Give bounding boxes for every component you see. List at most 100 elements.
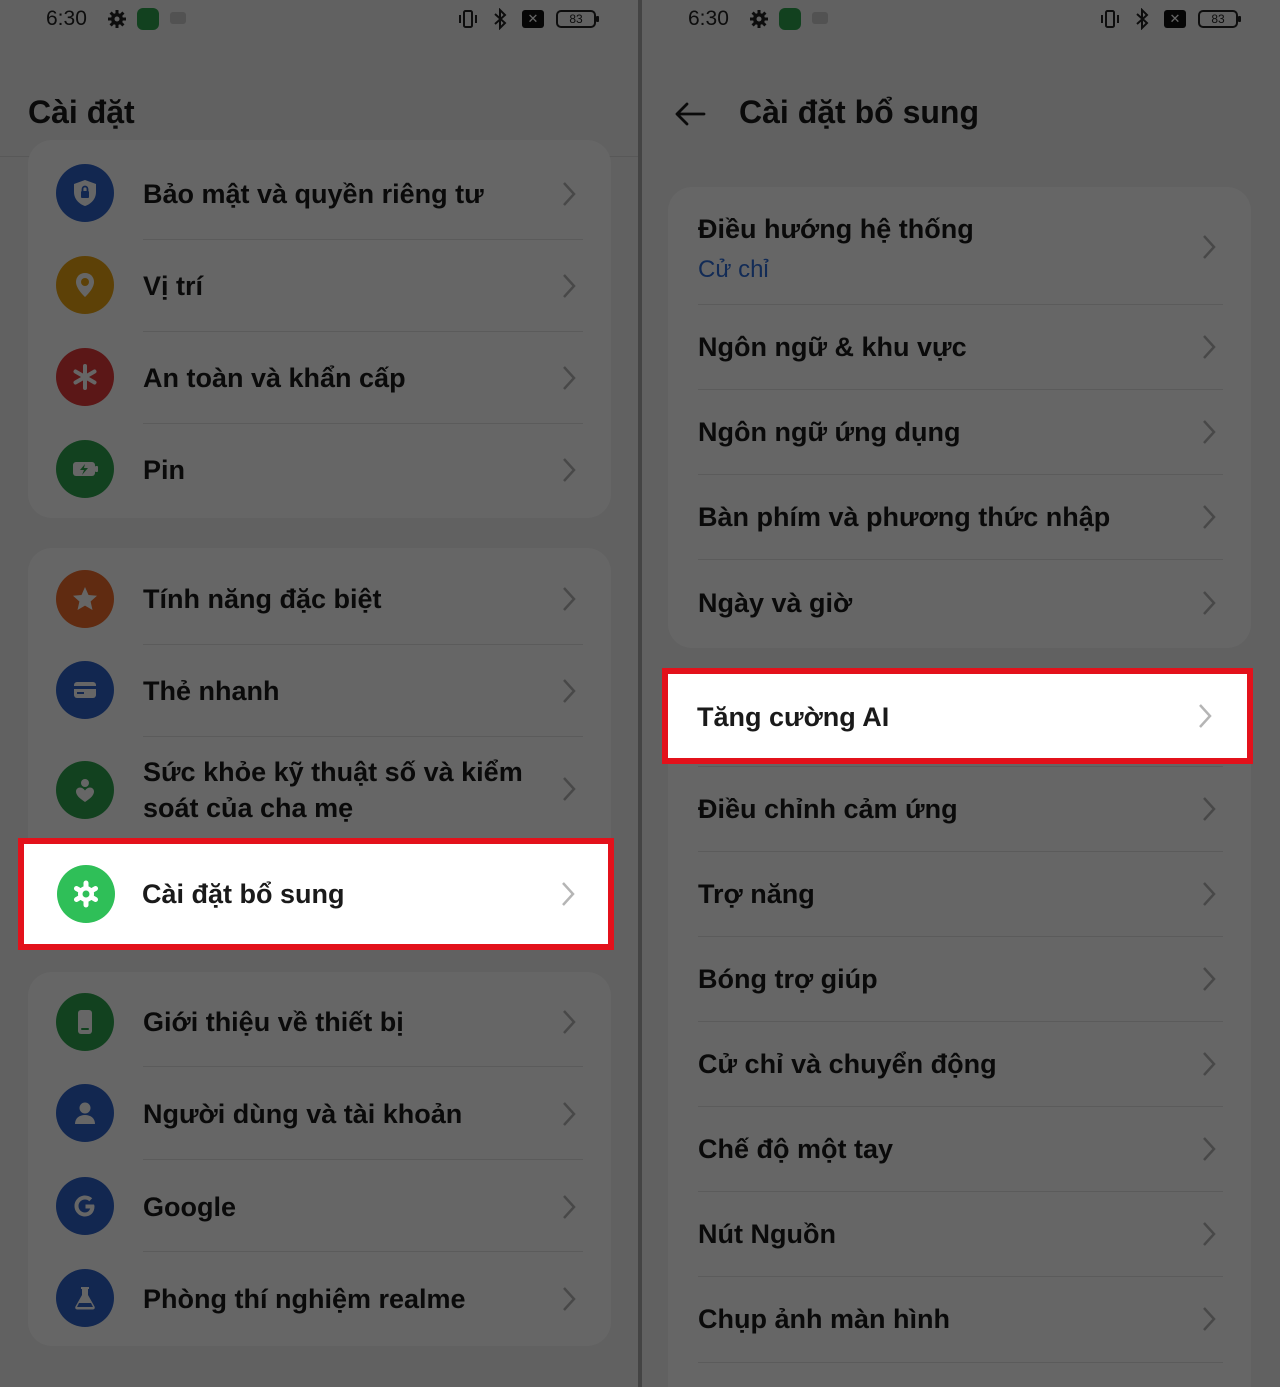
settings-item-location[interactable]: Vị trí xyxy=(28,240,611,332)
settings-item-ai-enhancement[interactable]: Tăng cường AI xyxy=(662,668,1253,764)
settings-item-label: Pin xyxy=(143,455,186,485)
settings-item-label: Cài đặt bổ sung xyxy=(142,879,345,909)
settings-item-battery[interactable]: Pin xyxy=(28,424,611,518)
chevron-right-icon xyxy=(1203,235,1216,259)
chevron-right-icon xyxy=(563,1195,576,1219)
chevron-right-icon xyxy=(1203,1307,1216,1331)
star-icon xyxy=(56,570,114,628)
settings-screen: 6:30 ✕ 83 Cài đặt Bảo mật và quyền riêng… xyxy=(0,0,638,1387)
chevron-right-icon xyxy=(563,366,576,390)
settings-item-users-accounts[interactable]: Người dùng và tài khoản xyxy=(28,1067,611,1159)
settings-item-label: Chụp ảnh màn hình xyxy=(698,1304,950,1334)
vibrate-icon xyxy=(1101,10,1119,28)
settings-group: Điều chỉnh cảm ứng Trợ năng Bóng trợ giú… xyxy=(668,676,1251,1387)
settings-item-realme-lab[interactable]: Phòng thí nghiệm realme xyxy=(28,1252,611,1346)
x-notification-icon: ✕ xyxy=(522,10,544,28)
settings-group: Bảo mật và quyền riêng tư Vị trí An toàn… xyxy=(28,140,611,518)
settings-item-label: Phòng thí nghiệm realme xyxy=(143,1284,466,1314)
settings-item-additional-settings[interactable]: Cài đặt bổ sung xyxy=(18,838,614,950)
settings-item-label: Tăng cường AI xyxy=(697,702,890,732)
settings-item-label: Bóng trợ giúp xyxy=(698,964,878,994)
settings-item-power-button[interactable]: Nút Nguồn xyxy=(668,1192,1251,1277)
vibrate-icon xyxy=(459,10,477,28)
settings-item-label: Bàn phím và phương thức nhập xyxy=(698,502,1111,532)
google-icon xyxy=(56,1177,114,1235)
settings-item-label: Ngôn ngữ & khu vực xyxy=(698,332,967,362)
chevron-right-icon xyxy=(563,777,576,801)
settings-item-label: Trợ năng xyxy=(698,879,815,909)
settings-group: Giới thiệu về thiết bị Người dùng và tài… xyxy=(28,972,611,1346)
chevron-right-icon xyxy=(1203,967,1216,991)
settings-item-google[interactable]: Google xyxy=(28,1160,611,1252)
settings-item-one-hand-mode[interactable]: Chế độ một tay xyxy=(668,1107,1251,1192)
app-notification-icon xyxy=(779,8,801,30)
settings-item-label: Điều chỉnh cảm ứng xyxy=(698,794,958,824)
settings-item-keyboard-input[interactable]: Bàn phím và phương thức nhập xyxy=(668,475,1251,560)
phone-device-icon xyxy=(56,993,114,1051)
settings-item-label: Bảo mật và quyền riêng tư xyxy=(143,179,484,209)
settings-group: Điều hướng hệ thống Cử chỉ Ngôn ngữ & kh… xyxy=(668,187,1251,648)
page-title: Cài đặt xyxy=(28,94,135,130)
chevron-right-icon xyxy=(563,458,576,482)
chevron-right-icon xyxy=(1203,882,1216,906)
settings-item-about-device[interactable]: Giới thiệu về thiết bị xyxy=(28,972,611,1067)
settings-item-label: Thẻ nhanh xyxy=(143,676,280,706)
gear-icon xyxy=(108,10,126,28)
settings-item-label: Google xyxy=(143,1192,236,1222)
chevron-right-icon xyxy=(563,274,576,298)
more-notifications-icon xyxy=(812,12,828,24)
shield-lock-icon xyxy=(56,164,114,222)
chevron-right-icon xyxy=(1203,797,1216,821)
chevron-right-icon xyxy=(1203,335,1216,359)
settings-item-quick-card[interactable]: Thẻ nhanh xyxy=(28,645,611,737)
chevron-right-icon xyxy=(563,1010,576,1034)
settings-item-assistive-ball[interactable]: Bóng trợ giúp xyxy=(668,937,1251,1022)
page-title: Cài đặt bổ sung xyxy=(739,94,979,130)
divider xyxy=(698,1362,1223,1363)
settings-item-system-navigation[interactable]: Điều hướng hệ thống Cử chỉ xyxy=(668,187,1251,304)
chevron-right-icon xyxy=(563,182,576,206)
settings-item-safety[interactable]: An toàn và khẩn cấp xyxy=(28,332,611,424)
settings-item-label: Sức khỏe kỹ thuật số và kiểm soát của ch… xyxy=(143,757,523,823)
settings-item-label: Ngôn ngữ ứng dụng xyxy=(698,417,961,447)
settings-item-label: Người dùng và tài khoản xyxy=(143,1099,463,1129)
user-icon xyxy=(56,1084,114,1142)
battery-level: 83 xyxy=(556,10,599,28)
status-time: 6:30 xyxy=(688,7,729,30)
settings-item-digital-wellbeing[interactable]: Sức khỏe kỹ thuật số và kiểm soát của ch… xyxy=(28,737,611,842)
bluetooth-icon xyxy=(1136,8,1149,30)
settings-item-accessibility[interactable]: Trợ năng xyxy=(668,852,1251,937)
settings-item-language-region[interactable]: Ngôn ngữ & khu vực xyxy=(668,305,1251,390)
battery-icon xyxy=(56,440,114,498)
back-arrow-icon[interactable] xyxy=(672,96,708,132)
settings-item-label: Giới thiệu về thiết bị xyxy=(143,1007,404,1037)
chevron-right-icon xyxy=(1199,704,1212,728)
gear-icon xyxy=(57,865,115,923)
settings-item-app-language[interactable]: Ngôn ngữ ứng dụng xyxy=(668,390,1251,475)
chevron-right-icon xyxy=(1203,1222,1216,1246)
settings-item-date-time[interactable]: Ngày và giờ xyxy=(668,560,1251,648)
settings-item-label: Chế độ một tay xyxy=(698,1134,894,1164)
location-pin-icon xyxy=(56,256,114,314)
chevron-right-icon xyxy=(1203,1137,1216,1161)
more-notifications-icon xyxy=(170,12,186,24)
status-bar: 6:30 ✕ 83 xyxy=(642,0,1280,40)
chevron-right-icon xyxy=(562,882,575,906)
chevron-right-icon xyxy=(563,587,576,611)
chevron-right-icon xyxy=(1203,420,1216,444)
settings-item-privacy[interactable]: Bảo mật và quyền riêng tư xyxy=(28,140,611,240)
status-time: 6:30 xyxy=(46,7,87,30)
settings-item-value: Cử chỉ xyxy=(698,256,769,283)
settings-item-label: Nút Nguồn xyxy=(698,1219,836,1249)
settings-item-special-features[interactable]: Tính năng đặc biệt xyxy=(28,548,611,645)
settings-item-screenshot[interactable]: Chụp ảnh màn hình xyxy=(668,1277,1251,1362)
status-right: ✕ 83 xyxy=(1100,8,1241,30)
settings-item-label: Vị trí xyxy=(143,271,204,301)
chevron-right-icon xyxy=(1203,505,1216,529)
settings-item-label: Điều hướng hệ thống xyxy=(698,214,974,244)
flask-icon xyxy=(56,1269,114,1327)
settings-item-gestures-motions[interactable]: Cử chỉ và chuyển động xyxy=(668,1022,1251,1107)
chevron-right-icon xyxy=(563,1102,576,1126)
settings-item-touch-adjust[interactable]: Điều chỉnh cảm ứng xyxy=(668,767,1251,852)
gear-icon xyxy=(750,10,768,28)
